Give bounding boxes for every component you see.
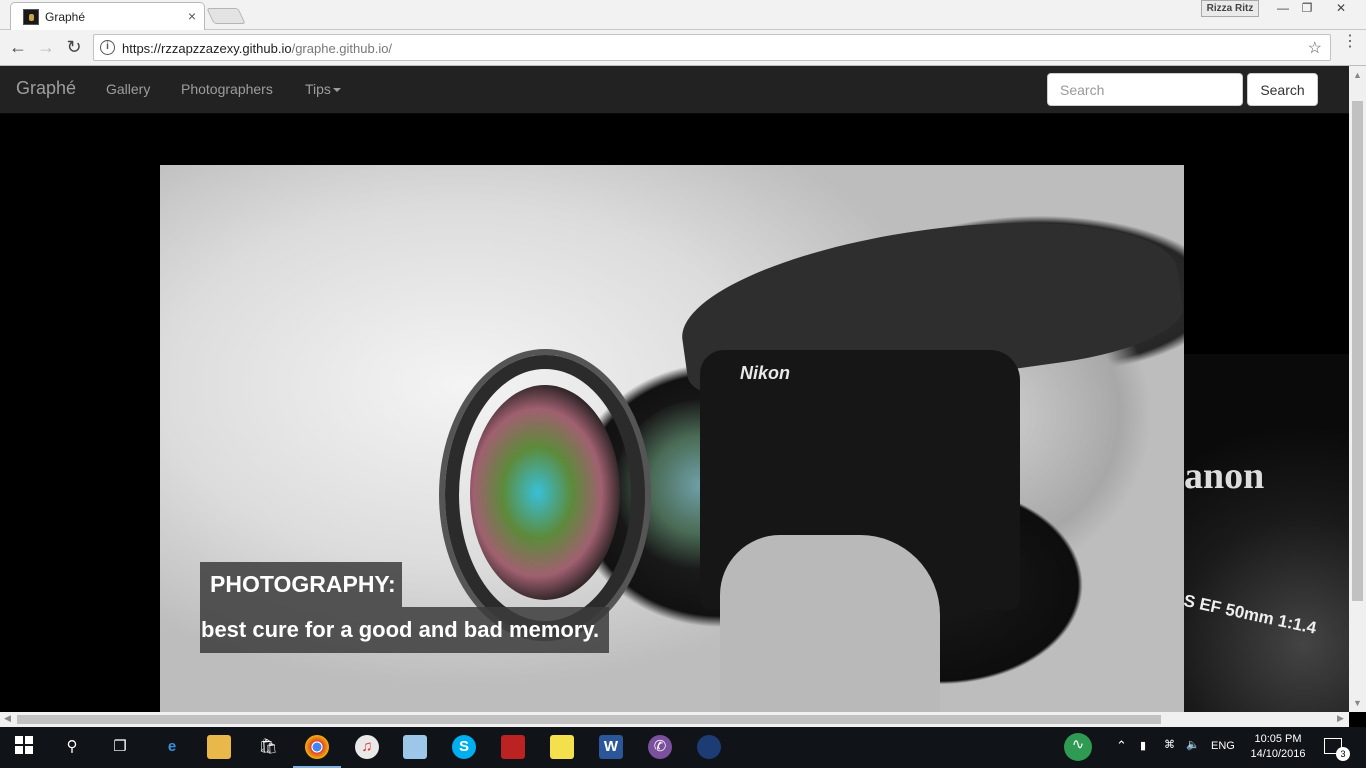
notification-count-badge: 3 xyxy=(1336,747,1350,761)
menu-icon[interactable]: ⋮ xyxy=(1342,34,1358,50)
browser-tab-bar: Graphé × Rizza Ritz — ❐ ✕ xyxy=(0,0,1366,30)
wifi-icon[interactable]: ⌘ xyxy=(1164,738,1175,751)
url-path: /graphe.github.io/ xyxy=(291,41,393,56)
store-icon[interactable]: 🛍 xyxy=(256,735,280,759)
back-arrow-icon[interactable]: ← xyxy=(6,36,30,60)
address-bar[interactable]: i https://rzzapzzazexy.github.io/graphe.… xyxy=(93,34,1331,61)
browser-toolbar: ← → ↻ i https://rzzapzzazexy.github.io/g… xyxy=(0,30,1366,66)
chevron-up-icon[interactable]: ⌃ xyxy=(1116,738,1127,754)
forward-arrow-icon[interactable]: → xyxy=(34,36,58,60)
photo-camera-brand: Nikon xyxy=(740,363,791,383)
clock-time: 10:05 PM xyxy=(1254,733,1302,745)
viber-icon[interactable]: ✆ xyxy=(648,735,672,759)
scroll-up-icon[interactable]: ▲ xyxy=(1353,70,1362,80)
nav-gallery-link[interactable]: Gallery xyxy=(106,81,150,97)
notification-center-icon[interactable]: 3 xyxy=(1324,738,1350,761)
search-icon[interactable]: ⚲ xyxy=(60,735,84,759)
horizontal-scroll-thumb[interactable] xyxy=(17,715,1161,724)
tab-title: Graphé xyxy=(45,10,86,24)
profile-button[interactable]: Rizza Ritz xyxy=(1201,0,1259,17)
info-icon[interactable]: i xyxy=(100,40,115,55)
search-button[interactable]: Search xyxy=(1247,73,1318,106)
nav-photographers-link[interactable]: Photographers xyxy=(181,81,273,97)
reload-icon[interactable]: ↻ xyxy=(62,36,86,60)
language-indicator[interactable]: ENG xyxy=(1211,740,1235,752)
task-view-icon[interactable]: ❐ xyxy=(108,735,132,759)
activity-monitor-icon[interactable]: ∿ xyxy=(1064,733,1092,761)
restore-icon[interactable]: ❐ xyxy=(1293,0,1321,17)
next-slide-preview xyxy=(1184,354,1349,712)
vertical-scroll-thumb[interactable] xyxy=(1352,101,1363,601)
app-blue-icon[interactable] xyxy=(697,735,721,759)
caret-down-icon xyxy=(332,88,341,93)
site-favicon-icon xyxy=(23,9,39,25)
nav-tips-dropdown[interactable]: Tips xyxy=(305,81,341,97)
search-input[interactable] xyxy=(1047,73,1243,106)
carousel-caption-text: best cure for a good and bad memory. xyxy=(200,607,610,653)
carousel-caption-title: PHOTOGRAPHY: xyxy=(200,562,402,607)
skype-icon[interactable]: S xyxy=(452,735,476,759)
itunes-icon[interactable]: ♫ xyxy=(355,735,379,759)
site-brand[interactable]: Graphé xyxy=(16,78,76,99)
taskbar: ⚲ ❐ e 🛍 ♫ S W ✆ ∿ ⌃ ▮ ⌘ 🔈 ENG 10:05 PM 1… xyxy=(0,727,1366,768)
url-text: https://rzzapzzazexy.github.io/graphe.gi… xyxy=(122,41,392,56)
window-close-icon[interactable]: ✕ xyxy=(1322,0,1360,17)
photo-lens-glass xyxy=(470,385,620,600)
browser-tab[interactable]: Graphé × xyxy=(10,2,205,30)
volume-icon[interactable]: 🔈 xyxy=(1186,738,1200,751)
vertical-scrollbar[interactable]: ▲ ▼ xyxy=(1349,66,1366,712)
windows-start-icon[interactable] xyxy=(12,735,36,759)
site-navbar: Graphé Gallery Photographers Tips Search xyxy=(0,66,1349,114)
url-host: https://rzzapzzazexy.github.io xyxy=(122,41,292,56)
star-icon[interactable]: ☆ xyxy=(1308,38,1322,58)
horizontal-scrollbar[interactable]: ◀ ▶ xyxy=(0,712,1349,727)
scroll-down-icon[interactable]: ▼ xyxy=(1353,698,1362,708)
new-tab-button[interactable] xyxy=(206,8,246,24)
chrome-icon[interactable] xyxy=(293,735,341,768)
file-explorer-icon[interactable] xyxy=(207,735,231,759)
word-icon[interactable]: W xyxy=(599,735,623,759)
battery-icon[interactable]: ▮ xyxy=(1140,739,1146,752)
clock[interactable]: 10:05 PM 14/10/2016 xyxy=(1246,732,1310,762)
virtualbox-icon[interactable] xyxy=(403,735,427,759)
page-viewport: Graphé Gallery Photographers Tips Search… xyxy=(0,66,1349,712)
app-red-icon[interactable] xyxy=(501,735,525,759)
clock-date: 14/10/2016 xyxy=(1250,748,1306,760)
scroll-left-icon[interactable]: ◀ xyxy=(4,713,11,724)
edge-icon[interactable]: e xyxy=(160,735,184,759)
sticky-notes-icon[interactable] xyxy=(550,735,574,759)
scroll-right-icon[interactable]: ▶ xyxy=(1337,713,1344,724)
photo-hand xyxy=(720,535,940,712)
nav-tips-label: Tips xyxy=(305,81,331,97)
tab-close-icon[interactable]: × xyxy=(188,8,196,24)
next-slide-brand: anon xyxy=(1184,455,1265,497)
